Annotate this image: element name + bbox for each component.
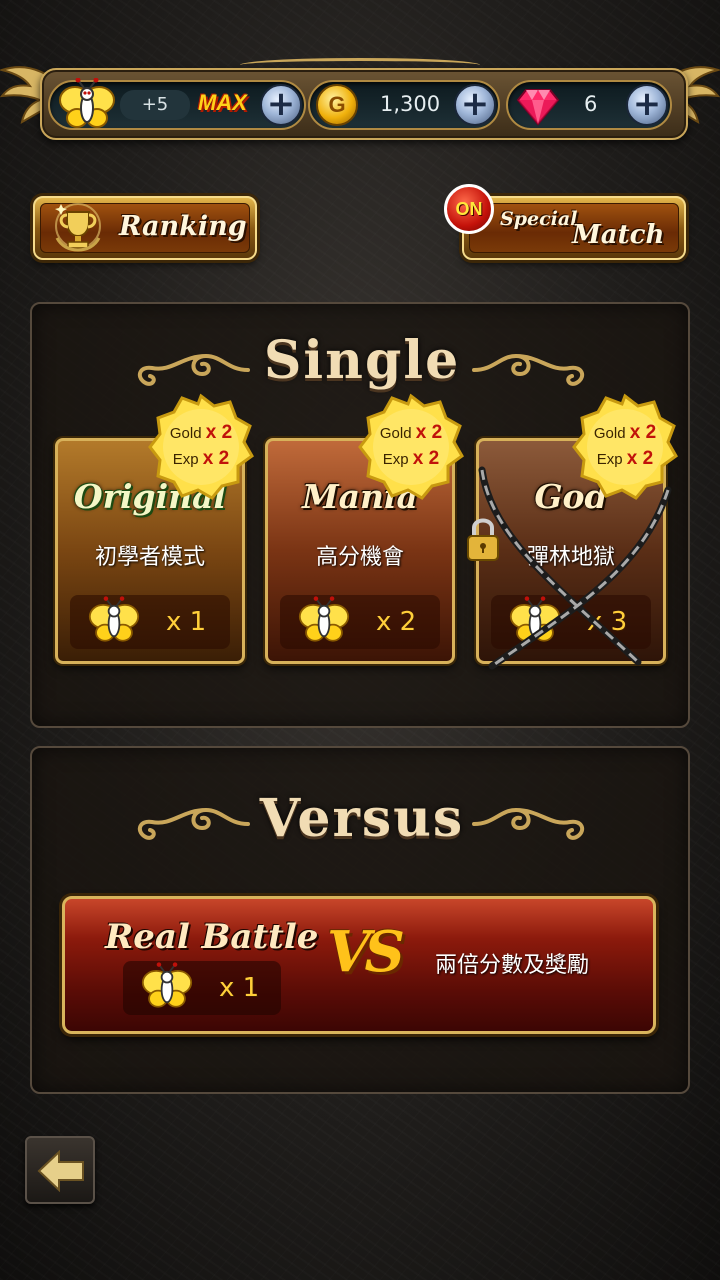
- special-match-on-badge: ON: [444, 184, 494, 234]
- add-stamina-button[interactable]: +: [260, 84, 302, 126]
- trophy-icon: [55, 203, 101, 252]
- bonus-exp-label: Exp: [172, 451, 199, 468]
- real-battle-title: Real Battle: [105, 917, 319, 957]
- real-battle-cost: x 1: [123, 961, 281, 1015]
- versus-title: Versus: [259, 788, 465, 849]
- scroll-ornament-right: [472, 807, 585, 840]
- special-match-label-line2: Match: [572, 220, 665, 250]
- back-arrow-icon: [37, 1150, 84, 1192]
- bonus-badge: Gold x 2 Exp x 2: [570, 392, 680, 502]
- gem-counter: 6 +: [506, 80, 672, 130]
- vs-emblem: VS: [327, 919, 405, 985]
- special-match-label-line1: Special: [500, 208, 578, 230]
- bonus-exp-multiplier: x 2: [412, 448, 440, 469]
- bonus-gold: Gold x 2: [146, 422, 256, 444]
- bonus-exp-multiplier: x 2: [626, 448, 654, 469]
- add-gold-button[interactable]: +: [454, 84, 496, 126]
- gem-amount: 6: [584, 92, 598, 116]
- butterfly-icon: [298, 596, 350, 642]
- ranking-button[interactable]: Ranking: [33, 196, 257, 260]
- butterfly-icon: [509, 596, 561, 642]
- stamina-max-label: MAX: [198, 90, 247, 115]
- bonus-exp: Exp x 2: [570, 448, 680, 470]
- mode-cost: x 1: [70, 595, 230, 649]
- stamina-counter: +5 MAX +: [48, 78, 306, 130]
- resource-bar-crest: [240, 58, 480, 72]
- add-gems-button[interactable]: +: [626, 84, 668, 126]
- bonus-seal-icon: [358, 393, 464, 500]
- single-title: Single: [263, 330, 461, 391]
- mode-name: 彈林地獄: [526, 545, 615, 570]
- bonus-gold-label: Gold: [169, 425, 202, 442]
- bonus-exp-multiplier: x 2: [202, 448, 230, 469]
- bonus-exp-label: Exp: [596, 451, 623, 468]
- gold-amount: 1,300: [380, 92, 441, 116]
- mode-name: 高分機會: [315, 545, 404, 570]
- bonus-gold-label: Gold: [593, 425, 626, 442]
- bonus-seal-icon: [572, 393, 678, 500]
- bonus-gold: Gold x 2: [356, 422, 466, 444]
- butterfly-icon: [88, 596, 140, 642]
- bonus-gold-multiplier: x 2: [629, 422, 657, 443]
- scroll-ornament-left: [137, 807, 250, 840]
- mode-cost: x 2: [280, 595, 440, 649]
- butterfly-icon: [141, 962, 193, 1008]
- bonus-exp-label: Exp: [382, 451, 409, 468]
- bonus-gold: Gold x 2: [570, 422, 680, 444]
- butterfly-icon: [59, 78, 115, 128]
- real-battle-button[interactable]: Real Battle VS x 1 兩倍分數及獎勵: [62, 896, 656, 1034]
- special-match-button[interactable]: Special Match: [462, 196, 686, 260]
- bonus-badge: Gold x 2 Exp x 2: [356, 392, 466, 502]
- bonus-exp: Exp x 2: [146, 448, 256, 470]
- mode-cost: x 3: [491, 595, 651, 649]
- mode-name: 初學者模式: [94, 545, 205, 570]
- gem-icon: [516, 89, 560, 126]
- bonus-gold-multiplier: x 2: [205, 422, 233, 443]
- bonus-exp: Exp x 2: [356, 448, 466, 470]
- mode-cost-value: x 3: [587, 607, 628, 637]
- scroll-ornament-left: [137, 353, 250, 386]
- real-battle-cost-value: x 1: [219, 973, 260, 1003]
- gold-counter: G 1,300 +: [308, 80, 500, 130]
- stamina-bonus: +5: [120, 90, 190, 120]
- bonus-badge: Gold x 2 Exp x 2: [146, 392, 256, 502]
- bonus-gold-label: Gold: [379, 425, 412, 442]
- bonus-seal-icon: [148, 393, 254, 500]
- mode-cost-value: x 2: [376, 607, 417, 637]
- ranking-label: Ranking: [119, 211, 247, 242]
- bonus-gold-multiplier: x 2: [415, 422, 443, 443]
- gold-coin-icon: G: [316, 84, 358, 126]
- back-button[interactable]: [25, 1136, 95, 1204]
- mode-cost-value: x 1: [166, 607, 207, 637]
- real-battle-description: 兩倍分數及獎勵: [435, 953, 590, 978]
- scroll-ornament-right: [472, 353, 585, 386]
